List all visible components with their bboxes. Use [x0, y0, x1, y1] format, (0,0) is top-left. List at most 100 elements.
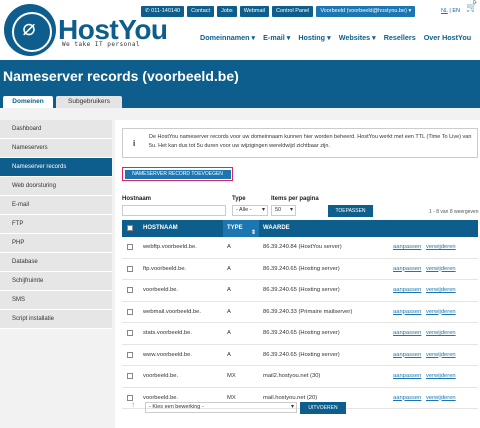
edit-link[interactable]: aanpassen	[393, 388, 421, 409]
cell-hostnaam: voorbeeld.be.	[143, 287, 179, 293]
jobs-button[interactable]: Jobs	[217, 6, 237, 17]
cell-type: A	[227, 287, 231, 293]
items-per-page-select[interactable]: 50	[271, 205, 296, 216]
edit-link[interactable]: aanpassen	[393, 345, 421, 366]
info-icon: i	[133, 139, 136, 148]
cart-count: 0	[473, 0, 476, 6]
page-banner: Nameserver records (voorbeeld.be)	[0, 60, 480, 92]
cell-type: MX	[227, 373, 236, 379]
delete-link[interactable]: verwijderen	[426, 388, 456, 409]
sidebar-item-dashboard[interactable]: Dashboard	[0, 120, 112, 139]
table-row: stats.voorbeeld.be. A 86.39.240.65 (Hostin…	[122, 323, 478, 345]
chevron-down-icon: ▾	[286, 33, 291, 42]
sidebar-item-nameserver-records[interactable]: Nameserver records	[0, 158, 112, 177]
row-checkbox[interactable]	[127, 373, 133, 379]
row-checkbox[interactable]	[127, 308, 133, 315]
nav-over-hostyou[interactable]: Over HostYou	[424, 33, 471, 42]
cell-waarde: 86.39.240.65 (Hosting server)	[263, 265, 340, 272]
cell-type: A	[227, 265, 231, 272]
webmail-button[interactable]: Webmail	[239, 6, 269, 17]
sidebar-item-nameservers[interactable]: Nameservers	[0, 139, 112, 158]
edit-link[interactable]: aanpassen	[393, 259, 421, 280]
delete-link[interactable]: verwijderen	[426, 237, 456, 258]
sidebar-item-php[interactable]: PHP	[0, 234, 112, 253]
sidebar-item-schijfruimte[interactable]: Schijfruimte	[0, 272, 112, 291]
cell-waarde: 86.39.240.33 (Primaire mailserver)	[263, 308, 353, 315]
header-hostnaam[interactable]: HOSTNAAM	[143, 220, 178, 237]
row-checkbox[interactable]	[127, 351, 133, 358]
chevron-down-icon: ▾	[408, 8, 412, 14]
cell-type: A	[227, 351, 231, 358]
sidebar: Dashboard Nameservers Nameserver records…	[0, 120, 112, 329]
execute-button[interactable]: UITVOEREN	[300, 402, 346, 414]
tab-subgebruikers[interactable]: Subgebruikers	[56, 96, 122, 108]
row-checkbox[interactable]	[127, 287, 133, 293]
row-checkbox[interactable]	[127, 244, 133, 250]
delete-link[interactable]: verwijderen	[426, 259, 456, 280]
chevron-down-icon: ▾	[327, 33, 331, 42]
cell-waarde: 86.39.240.65 (Hosting server)	[263, 287, 340, 293]
header-type[interactable]: TYPE ⇕	[223, 220, 259, 237]
lang-en-link[interactable]: EN	[452, 8, 460, 14]
nav-hosting[interactable]: Hosting ▾	[298, 33, 330, 42]
table-row: webmail.voorbeeld.be. A 86.39.240.33 (Prim…	[122, 302, 478, 323]
type-label: Type	[232, 196, 246, 202]
add-record-button[interactable]: NAMESERVER RECORD TOEVOEGEN	[124, 169, 231, 179]
apply-filter-button[interactable]: TOEPASSEN	[328, 205, 373, 217]
phone-button[interactable]: ✆ 011-140140	[141, 6, 185, 17]
table-row: voorbeeld.be. MX mail2.hostyou.net (30) aan…	[122, 366, 478, 388]
sidebar-item-web-doorsturing[interactable]: Web doorsturing	[0, 177, 112, 196]
edit-link[interactable]: aanpassen	[393, 366, 421, 387]
nav-domeinnamen[interactable]: Domeinnamen ▾	[200, 33, 255, 42]
hostnaam-input[interactable]	[122, 205, 226, 216]
type-select[interactable]: - Alle -	[232, 205, 268, 216]
table-row: webftp.voorbeeld.be. A 86.39.240.84 (HostY…	[122, 237, 478, 259]
sidebar-item-database[interactable]: Database	[0, 253, 112, 272]
cell-hostnaam: www.voorbeeld.be.	[143, 351, 192, 358]
cell-hostnaam: stats.voorbeeld.be.	[143, 330, 192, 336]
sidebar-item-sms[interactable]: SMS	[0, 291, 112, 310]
table-row: ftp.voorbeeld.be. A 86.39.240.65 (Hosting …	[122, 259, 478, 280]
nav-resellers[interactable]: Resellers	[384, 33, 416, 42]
nav-email[interactable]: E-mail ▾	[263, 33, 290, 42]
cell-waarde: 86.39.240.65 (Hosting server)	[263, 351, 340, 358]
row-checkbox[interactable]	[127, 265, 133, 272]
edit-link[interactable]: aanpassen	[393, 280, 421, 301]
table-row: www.voorbeeld.be. A 86.39.240.65 (Hosting …	[122, 345, 478, 366]
edit-link[interactable]: aanpassen	[393, 302, 421, 323]
records-table: HOSTNAAM TYPE ⇕ WAARDE webftp.voorbeeld.b…	[122, 220, 478, 409]
chevron-down-icon: ▾	[372, 33, 376, 42]
delete-link[interactable]: verwijderen	[426, 323, 456, 344]
delete-link[interactable]: verwijderen	[426, 302, 456, 323]
cell-hostnaam: voorbeeld.be.	[143, 373, 179, 379]
delete-link[interactable]: verwijderen	[426, 345, 456, 366]
edit-link[interactable]: aanpassen	[393, 323, 421, 344]
bulk-action-select[interactable]: - Kies een bewerking -	[145, 402, 297, 413]
lang-nl-link[interactable]: NL	[441, 8, 448, 14]
tab-domeinen[interactable]: Domeinen	[3, 96, 53, 108]
items-per-page-label: Items per pagina	[271, 196, 319, 202]
user-menu-button[interactable]: Voorbeeld (voorbeeld@hostyou.be) ▾	[316, 6, 416, 17]
info-text: De HostYou nameserver records voor uw do…	[149, 134, 472, 149]
delete-link[interactable]: verwijderen	[426, 280, 456, 301]
sidebar-item-ftp[interactable]: FTP	[0, 215, 112, 234]
add-record-button-highlight: NAMESERVER RECORD TOEVOEGEN	[122, 167, 233, 181]
cart-icon[interactable]: 🛒	[466, 2, 478, 16]
contact-button[interactable]: Contact	[187, 6, 215, 17]
sidebar-item-email[interactable]: E-mail	[0, 196, 112, 215]
row-checkbox[interactable]	[127, 330, 133, 336]
site-header: ⌀ HostYou We take IT personal ✆ 011-1401…	[0, 0, 480, 60]
delete-link[interactable]: verwijderen	[426, 366, 456, 387]
edit-link[interactable]: aanpassen	[393, 237, 421, 258]
sidebar-item-script-installatie[interactable]: Script installatie	[0, 310, 112, 329]
select-all-checkbox[interactable]	[127, 225, 133, 231]
control-panel-button[interactable]: Control Panel	[271, 6, 314, 17]
table-row: voorbeeld.be. A 86.39.240.65 (Hosting serv…	[122, 280, 478, 302]
header-waarde[interactable]: WAARDE	[263, 220, 290, 237]
cell-hostnaam: webftp.voorbeeld.be.	[143, 244, 197, 250]
result-count: 1 - 8 van 8 weergeven	[429, 209, 479, 215]
info-box: i De HostYou nameserver records voor uw …	[122, 128, 478, 158]
hostnaam-label: Hostnaam	[122, 196, 152, 202]
nav-websites[interactable]: Websites ▾	[339, 33, 376, 42]
cell-hostnaam: webmail.voorbeeld.be.	[143, 308, 202, 315]
